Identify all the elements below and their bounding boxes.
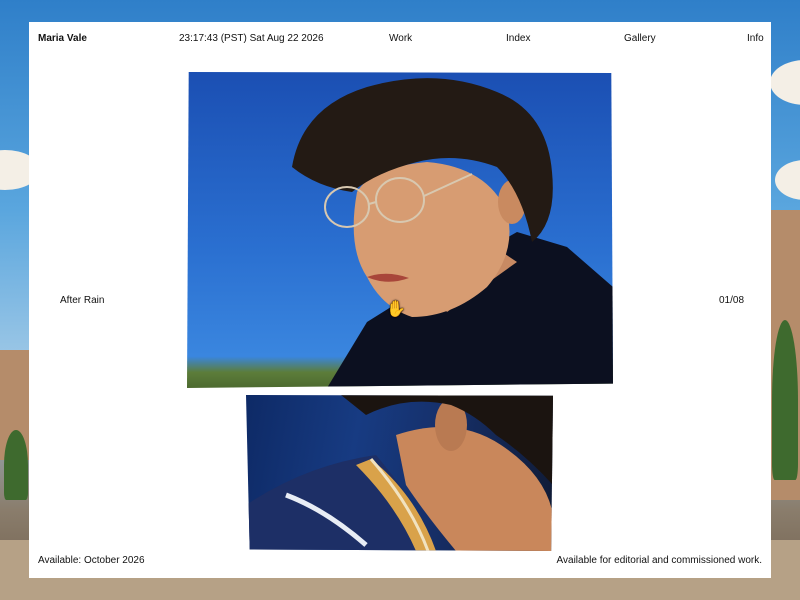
tree [4, 430, 28, 500]
top-bar: Maria Vale 23:17:43 (PST) Sat Aug 22 202… [29, 33, 771, 47]
site-name[interactable]: Maria Vale [38, 33, 87, 44]
project-title: After Rain [60, 295, 105, 306]
availability-note: Available for editorial and commissioned… [556, 555, 762, 566]
nav-gallery[interactable]: Gallery [624, 33, 656, 44]
project-photo-2[interactable] [246, 395, 553, 551]
nav-info[interactable]: Info [747, 33, 764, 44]
availability-date: Available: October 2026 [38, 555, 145, 566]
image-counter: 01/08 [719, 295, 745, 306]
cloud [770, 60, 800, 105]
profile-image [246, 395, 553, 551]
portfolio-frame: Maria Vale 23:17:43 (PST) Sat Aug 22 202… [29, 22, 771, 578]
clock: 23:17:43 (PST) Sat Aug 22 2026 [179, 33, 324, 44]
nav-index[interactable]: Index [506, 33, 530, 44]
bottom-bar: Available: October 2026 Available for ed… [29, 555, 771, 569]
tree [772, 320, 798, 480]
cloud [775, 160, 800, 200]
portrait-image [292, 78, 613, 388]
hand-pointer-icon: ✋ [386, 301, 406, 318]
nav-work[interactable]: Work [389, 33, 412, 44]
project-photo-1[interactable] [187, 72, 613, 388]
